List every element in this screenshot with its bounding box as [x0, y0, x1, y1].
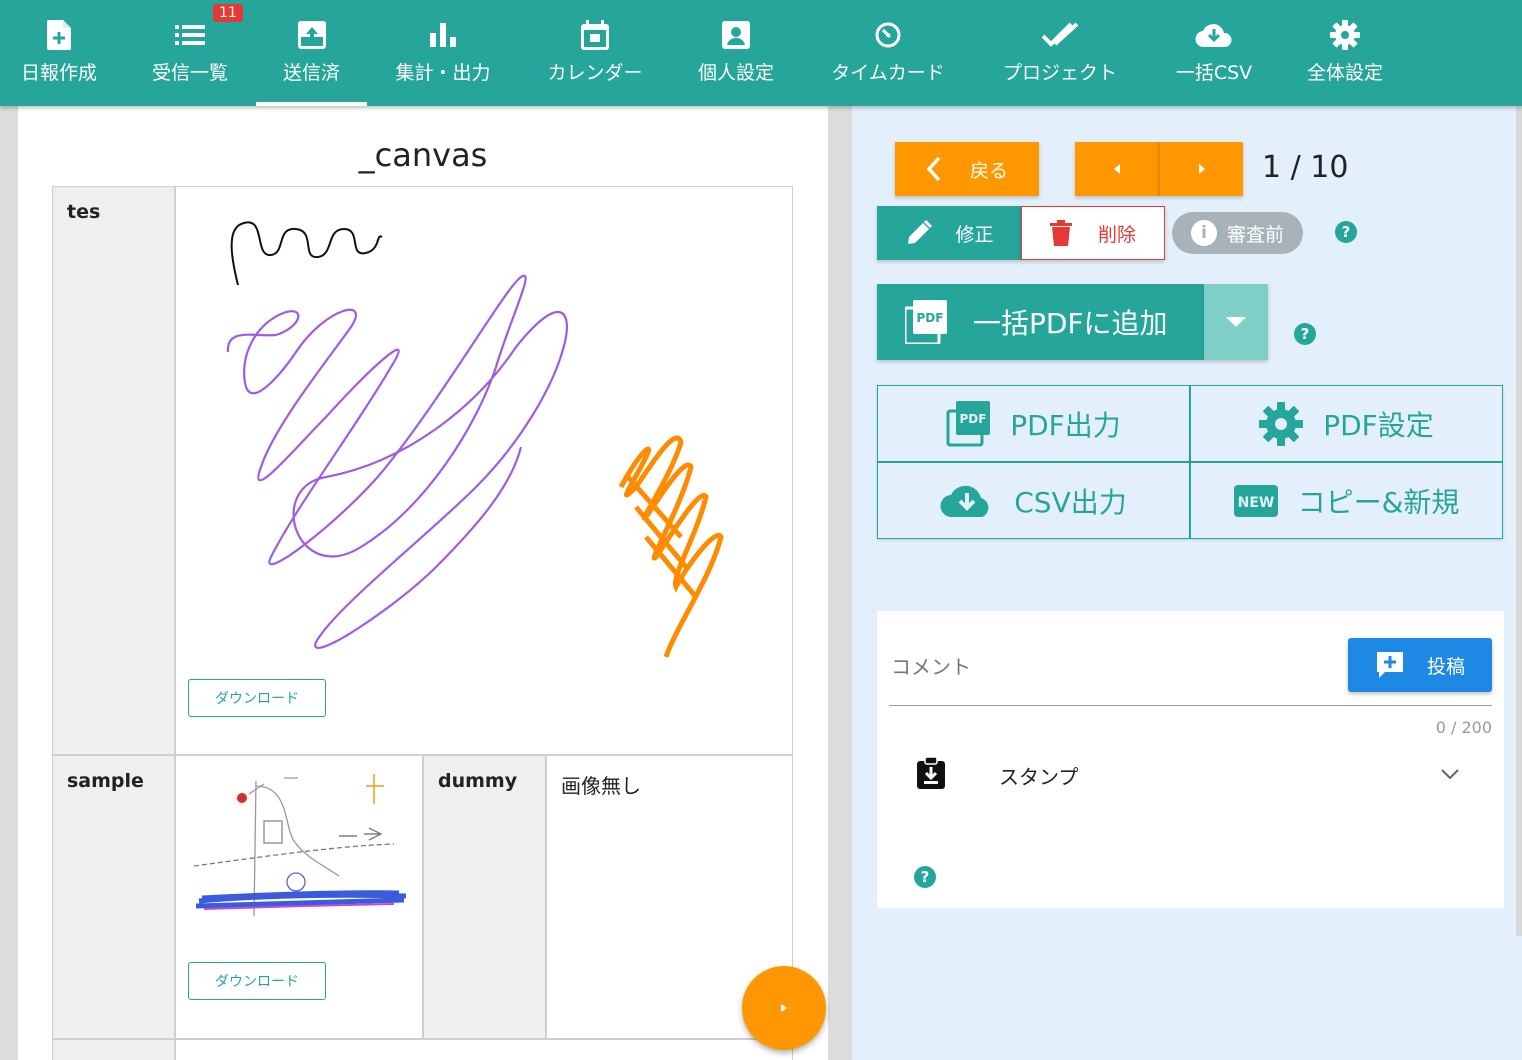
pdf-output-label: PDF出力: [1010, 408, 1121, 442]
bar-chart-icon: [430, 20, 456, 50]
comment-input[interactable]: コメント: [891, 651, 971, 680]
previous-button[interactable]: [1075, 142, 1159, 196]
outbox-icon: [297, 20, 326, 50]
post-comment-label: 投稿: [1426, 655, 1465, 678]
right-scrollbar[interactable]: [1516, 106, 1522, 936]
nav-label: 日報作成: [20, 62, 97, 84]
calendar-icon: [581, 20, 609, 50]
caret-down-icon: [1226, 317, 1246, 327]
nav-item-project[interactable]: プロジェクト: [984, 0, 1136, 106]
delete-button[interactable]: 削除: [1021, 206, 1165, 260]
cloud-download-icon: [940, 485, 989, 517]
canvas-drawing-image: [226, 221, 724, 658]
list-icon: [175, 20, 205, 50]
comment-input-underline: [889, 705, 1492, 706]
field-value-sample: ダウンロード: [175, 755, 423, 1039]
nav-label: 全体設定: [1306, 62, 1383, 84]
add-document-icon: [47, 20, 71, 50]
add-comment-icon: [1376, 652, 1403, 678]
nav-item-aggregate-output[interactable]: 集計・出力: [376, 0, 510, 106]
unread-count-badge: 11: [213, 4, 243, 22]
next-report-fab[interactable]: [742, 966, 826, 1050]
top-navigation: 日報作成 受信一覧 11 送信済 集計・出力 カレンダー 個人設定 タイムカード…: [0, 0, 1522, 106]
csv-output-label: CSV出力: [1014, 485, 1127, 519]
copy-and-new-button[interactable]: NEW コピー&新規: [1190, 462, 1503, 539]
review-status-chip: i 審査前: [1172, 212, 1303, 254]
report-view: _canvas tes ダウンロード sample ダウンロード dummy 画…: [18, 106, 828, 1060]
field-label-dummy: dummy: [423, 755, 546, 1039]
double-check-icon: [1041, 20, 1079, 50]
new-badge-icon: NEW: [1233, 484, 1278, 517]
timer-icon: [873, 20, 903, 50]
field-label-next: [52, 1039, 175, 1060]
nav-label: 集計・出力: [395, 62, 491, 84]
nav-item-calendar[interactable]: カレンダー: [530, 0, 660, 106]
pdf-icon: PDF: [946, 400, 991, 446]
gear-icon: [1330, 20, 1360, 50]
page-indicator: 1 / 10: [1262, 150, 1349, 185]
pencil-icon: [908, 219, 933, 244]
review-status-label: 審査前: [1226, 223, 1284, 246]
download-button[interactable]: ダウンロード: [188, 962, 326, 1000]
field-label-sample: sample: [52, 755, 175, 1039]
stamp-clipboard-icon: [917, 757, 945, 789]
character-counter: 0 / 200: [1435, 718, 1492, 737]
trash-icon: [1049, 220, 1072, 246]
field-value-next: [175, 1039, 793, 1060]
pdf-settings-button[interactable]: PDF設定: [1190, 385, 1503, 462]
svg-text:NEW: NEW: [1237, 495, 1274, 511]
chevron-down-icon[interactable]: [1440, 768, 1460, 780]
nav-item-create-report[interactable]: 日報作成: [0, 0, 118, 106]
pdf-settings-label: PDF設定: [1323, 408, 1434, 442]
report-title: _canvas: [358, 136, 488, 174]
nav-label: タイムカード: [831, 62, 945, 84]
nav-label: カレンダー: [547, 62, 643, 84]
nav-label: 個人設定: [697, 62, 774, 84]
nav-item-timecard[interactable]: タイムカード: [812, 0, 964, 106]
next-button[interactable]: [1159, 142, 1243, 196]
info-icon: i: [1190, 220, 1217, 246]
nav-item-global-settings[interactable]: 全体設定: [1290, 0, 1400, 106]
arrow-left-icon: [1114, 164, 1120, 174]
nav-item-personal-settings[interactable]: 個人設定: [680, 0, 792, 106]
left-gutter: [0, 106, 18, 1060]
person-icon: [722, 20, 750, 50]
back-button-label: 戻る: [969, 159, 1008, 182]
edit-button[interactable]: 修正: [877, 206, 1022, 260]
nav-label: 受信一覧: [151, 62, 228, 84]
nav-item-bulk-csv[interactable]: 一括CSV: [1158, 0, 1270, 106]
svg-text:PDF: PDF: [960, 412, 987, 426]
nav-item-inbox[interactable]: 受信一覧 11: [131, 0, 249, 106]
add-to-bulk-pdf-label: 一括PDFに追加: [973, 307, 1168, 340]
edit-button-label: 修正: [955, 223, 994, 246]
help-icon[interactable]: ?: [914, 866, 936, 888]
delete-button-label: 削除: [1097, 223, 1136, 246]
pdf-output-button[interactable]: PDF PDF出力: [877, 385, 1190, 462]
nav-label: プロジェクト: [1002, 62, 1117, 84]
play-arrow-icon: [781, 1004, 787, 1012]
post-comment-button[interactable]: 投稿: [1348, 638, 1492, 692]
field-value-tes: ダウンロード: [175, 186, 793, 755]
nav-item-sent[interactable]: 送信済: [256, 0, 367, 106]
csv-output-button[interactable]: CSV出力: [877, 462, 1190, 539]
add-to-bulk-pdf-button[interactable]: PDF 一括PDFに追加: [877, 284, 1204, 360]
bulk-pdf-dropdown-button[interactable]: [1204, 284, 1268, 360]
chevron-left-icon: [926, 156, 941, 182]
copy-and-new-label: コピー&新規: [1297, 485, 1460, 519]
pdf-icon: PDF: [905, 300, 947, 344]
nav-label: 送信済: [282, 62, 340, 84]
sketch-map-image: [194, 774, 407, 917]
gear-icon: [1259, 401, 1304, 446]
help-icon[interactable]: ?: [1294, 323, 1316, 345]
svg-text:PDF: PDF: [917, 311, 944, 325]
arrow-right-icon: [1198, 164, 1205, 174]
nav-label: 一括CSV: [1175, 62, 1253, 84]
back-button[interactable]: 戻る: [895, 142, 1039, 196]
download-button[interactable]: ダウンロード: [188, 679, 326, 717]
field-label-tes: tes: [52, 186, 175, 755]
cloud-download-icon: [1195, 20, 1233, 50]
stamp-selector[interactable]: スタンプ: [999, 761, 1078, 790]
help-icon[interactable]: ?: [1335, 221, 1357, 243]
vertical-scrollbar[interactable]: [828, 106, 852, 1060]
